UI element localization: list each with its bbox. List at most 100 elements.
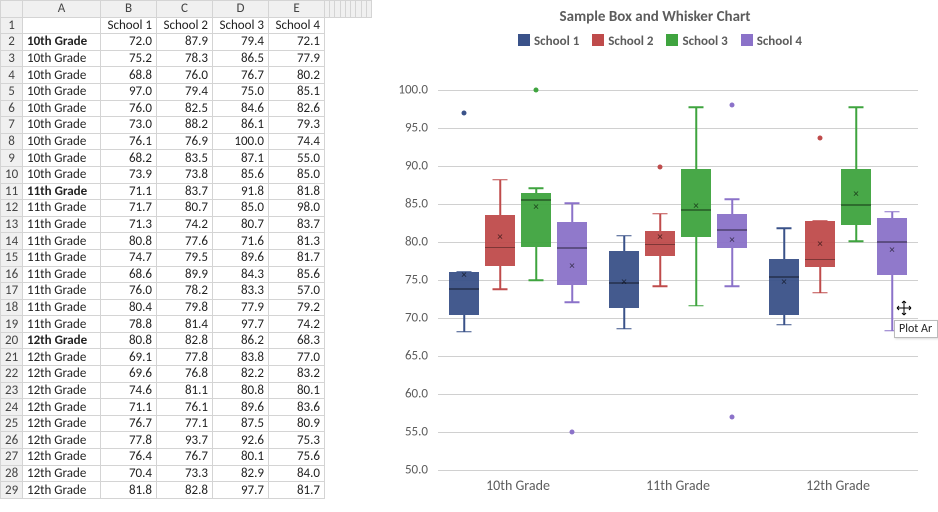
row-header-21[interactable]: 21 [1, 349, 23, 366]
cell[interactable]: School 1 [101, 17, 157, 34]
cell[interactable]: 77.0 [269, 349, 325, 366]
row-header-15[interactable]: 15 [1, 249, 23, 266]
cell[interactable]: 12th Grade [23, 349, 101, 366]
row-header-1[interactable]: 1 [1, 17, 23, 34]
col-header-I[interactable]: I [340, 1, 345, 18]
cell[interactable]: 91.8 [213, 183, 269, 200]
cell[interactable]: 80.7 [213, 216, 269, 233]
cell[interactable]: 81.7 [269, 482, 325, 499]
col-header-B[interactable]: B [101, 1, 157, 18]
col-header-F[interactable]: F [325, 1, 330, 18]
cell[interactable]: 87.1 [213, 150, 269, 167]
cell[interactable]: 78.8 [101, 316, 157, 333]
cell[interactable]: 82.2 [213, 366, 269, 383]
row-header-23[interactable]: 23 [1, 382, 23, 399]
row-header-3[interactable]: 3 [1, 50, 23, 67]
cell[interactable]: 69.1 [101, 349, 157, 366]
cell[interactable]: 80.4 [101, 299, 157, 316]
outlier-point[interactable] [818, 135, 823, 140]
cell[interactable]: 97.7 [213, 482, 269, 499]
cell[interactable]: 77.9 [269, 50, 325, 67]
cell[interactable]: 75.6 [269, 449, 325, 466]
cell[interactable]: 92.6 [213, 432, 269, 449]
col-header-D[interactable]: D [213, 1, 269, 18]
box-School1-0[interactable] [449, 272, 479, 315]
row-header-27[interactable]: 27 [1, 449, 23, 466]
cell[interactable]: 11th Grade [23, 233, 101, 250]
cell[interactable]: 98.0 [269, 200, 325, 217]
row-header-5[interactable]: 5 [1, 83, 23, 100]
cell[interactable]: 73.3 [157, 465, 213, 482]
outlier-point[interactable] [730, 414, 735, 419]
cell[interactable]: 10th Grade [23, 133, 101, 150]
col-header-J[interactable]: J [345, 1, 350, 18]
cell[interactable]: 12th Grade [23, 332, 101, 349]
cell[interactable]: 81.7 [269, 249, 325, 266]
cell[interactable]: 10th Grade [23, 50, 101, 67]
cell[interactable]: 81.4 [157, 316, 213, 333]
row-header-19[interactable]: 19 [1, 316, 23, 333]
col-header-G[interactable]: G [330, 1, 335, 18]
box-School2-0[interactable] [485, 215, 515, 265]
row-header-4[interactable]: 4 [1, 67, 23, 84]
cell[interactable]: 71.6 [213, 233, 269, 250]
row-header-28[interactable]: 28 [1, 465, 23, 482]
cell[interactable]: 11th Grade [23, 283, 101, 300]
cell[interactable]: 83.6 [269, 399, 325, 416]
cell[interactable]: 77.6 [157, 233, 213, 250]
cell[interactable]: 79.5 [157, 249, 213, 266]
cell[interactable] [23, 17, 101, 34]
cell[interactable]: 80.1 [269, 382, 325, 399]
cell[interactable]: 87.5 [213, 415, 269, 432]
cell[interactable]: 82.8 [157, 332, 213, 349]
cell[interactable]: 76.1 [101, 133, 157, 150]
cell[interactable]: 77.8 [157, 349, 213, 366]
cell[interactable]: 79.4 [157, 83, 213, 100]
row-header-6[interactable]: 6 [1, 100, 23, 117]
cell[interactable]: 70.4 [101, 465, 157, 482]
cell[interactable]: 76.7 [101, 415, 157, 432]
cell[interactable]: 12th Grade [23, 382, 101, 399]
box-School4-0[interactable] [557, 222, 587, 284]
cell[interactable]: School 4 [269, 17, 325, 34]
cell[interactable]: 93.7 [157, 432, 213, 449]
cell[interactable]: 12th Grade [23, 465, 101, 482]
row-header-11[interactable]: 11 [1, 183, 23, 200]
cell[interactable]: 69.6 [101, 366, 157, 383]
cell[interactable]: 72.0 [101, 34, 157, 51]
cell[interactable]: 68.2 [101, 150, 157, 167]
cell[interactable]: 68.8 [101, 67, 157, 84]
cell[interactable]: 75.0 [213, 83, 269, 100]
cell[interactable]: 81.8 [101, 482, 157, 499]
col-header-N[interactable]: N [366, 1, 371, 18]
row-header-26[interactable]: 26 [1, 432, 23, 449]
cell[interactable]: 74.2 [157, 216, 213, 233]
cell[interactable]: 81.8 [269, 183, 325, 200]
cell[interactable]: 76.0 [101, 283, 157, 300]
row-header-29[interactable]: 29 [1, 482, 23, 499]
chart-area[interactable]: Sample Box and Whisker Chart School 1 Sc… [372, 0, 938, 512]
col-header-L[interactable]: L [356, 1, 361, 18]
cell[interactable]: 89.6 [213, 399, 269, 416]
cell[interactable]: 10th Grade [23, 83, 101, 100]
cell[interactable]: 86.2 [213, 332, 269, 349]
cell[interactable]: 87.9 [157, 34, 213, 51]
outlier-point[interactable] [534, 88, 539, 93]
cell[interactable]: 83.7 [157, 183, 213, 200]
cell[interactable]: 83.7 [269, 216, 325, 233]
cell[interactable]: 11th Grade [23, 266, 101, 283]
cell[interactable]: 71.1 [101, 399, 157, 416]
cell[interactable]: 12th Grade [23, 449, 101, 466]
cell[interactable]: 77.9 [213, 299, 269, 316]
outlier-point[interactable] [570, 430, 575, 435]
cell[interactable]: 11th Grade [23, 299, 101, 316]
cell[interactable]: 89.9 [157, 266, 213, 283]
cell[interactable]: 82.6 [269, 100, 325, 117]
row-header-13[interactable]: 13 [1, 216, 23, 233]
row-header-25[interactable]: 25 [1, 415, 23, 432]
cell[interactable]: 73.0 [101, 117, 157, 134]
cell[interactable]: 10th Grade [23, 150, 101, 167]
outlier-point[interactable] [730, 103, 735, 108]
cell[interactable]: 10th Grade [23, 100, 101, 117]
cell[interactable]: 76.0 [157, 67, 213, 84]
